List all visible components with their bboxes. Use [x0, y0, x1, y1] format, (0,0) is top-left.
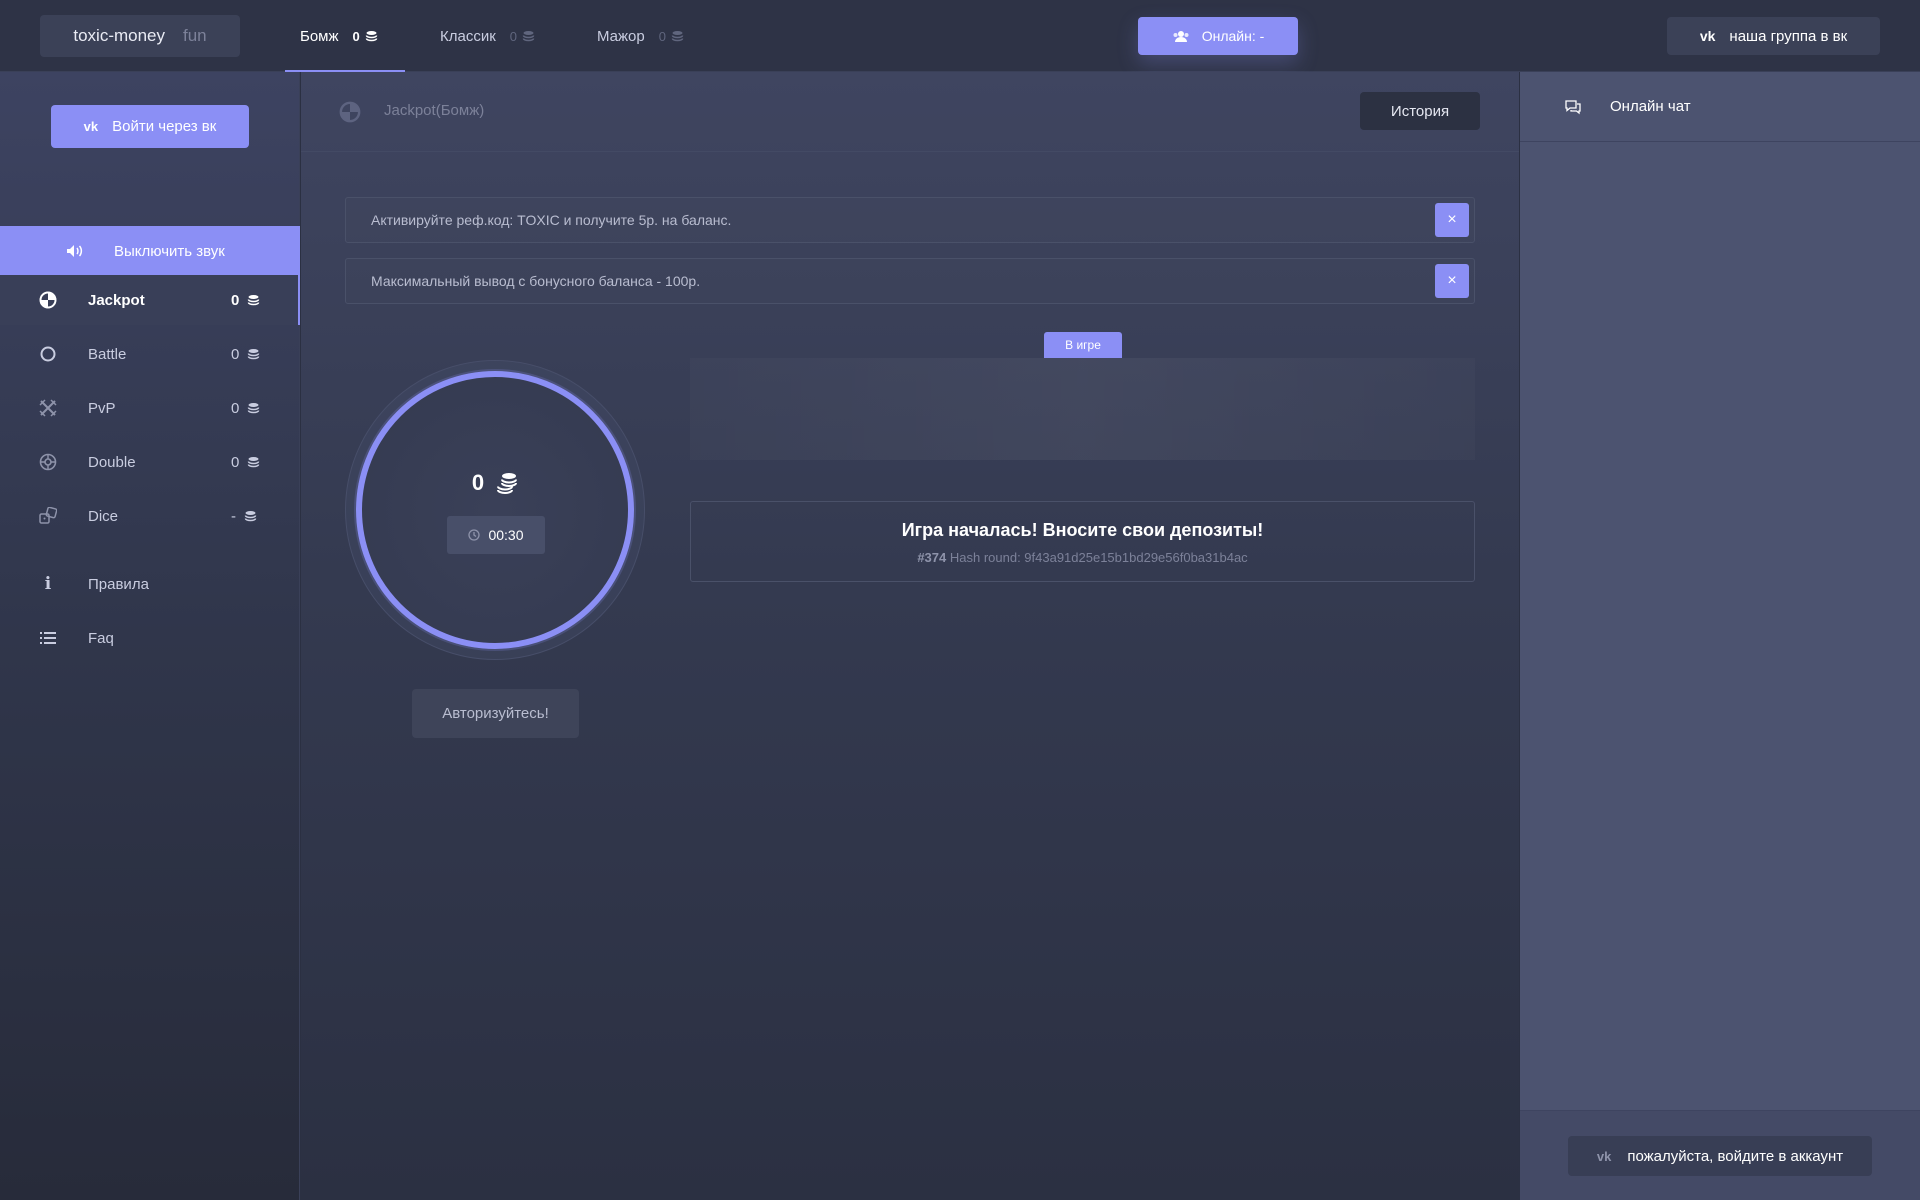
tab-bomzh[interactable]: Бомж 0	[300, 0, 378, 72]
tab-major[interactable]: Мажор 0	[597, 0, 684, 72]
logo-main-text: toxic-money	[73, 26, 165, 45]
sidebar-item-label: Dice	[88, 507, 119, 525]
hash-text: Hash round: 9f43a91d25e15b1bd29e56f0ba31…	[949, 550, 1248, 565]
tab-count-value: 0	[658, 28, 666, 44]
sidebar-item-pvp[interactable]: PvP 0	[0, 383, 300, 433]
round-hash: #374 Hash round: 9f43a91d25e15b1bd29e56f…	[691, 550, 1474, 565]
speaker-icon	[66, 244, 84, 258]
value-text: 0	[231, 399, 240, 417]
game-info-panel: Игра началась! Вносите свои депозиты! #3…	[690, 501, 1475, 582]
swords-icon	[38, 398, 58, 418]
notice-text: Активируйте реф.код: TOXIC и получите 5р…	[371, 212, 732, 228]
bank-value: 0	[400, 466, 590, 500]
tab-label: Бомж	[300, 27, 339, 45]
coins-icon	[247, 348, 260, 360]
sidebar-item-battle[interactable]: Battle 0	[0, 329, 300, 379]
circle-icon	[38, 344, 58, 364]
game-status-text: Игра началась! Вносите свои депозиты!	[901, 520, 1264, 540]
vk-icon: vk	[1699, 28, 1716, 44]
chat-panel	[1520, 72, 1920, 1200]
chat-login-label: пожалуйста, войдите в аккаунт	[1627, 1147, 1844, 1165]
coins-icon	[247, 402, 260, 414]
coins-icon	[244, 510, 257, 522]
sidebar-item-label: Battle	[88, 345, 127, 363]
sidebar-item-value: -	[231, 508, 257, 525]
coins-icon	[247, 456, 260, 468]
coins-icon	[496, 472, 518, 494]
roulette-icon	[38, 452, 58, 472]
sidebar-item-faq[interactable]: Faq	[0, 613, 300, 663]
notice-ref-code: Активируйте реф.код: TOXIC и получите 5р…	[345, 197, 1475, 243]
coins-icon	[365, 30, 378, 42]
vk-icon: vk	[83, 119, 99, 134]
sidebar-item-label: PvP	[88, 399, 116, 417]
sidebar-item-value: 0	[231, 346, 260, 363]
sidebar-item-value: 0	[231, 400, 260, 417]
clock-icon	[468, 529, 481, 541]
chat-login-button[interactable]: vk пожалуйста, войдите в аккаунт	[1568, 1136, 1872, 1176]
notice-text: Максимальный вывод с бонусного баланса -…	[371, 273, 701, 289]
sidebar-item-label: Jackpot	[88, 291, 145, 309]
value-text: -	[231, 507, 236, 525]
close-notice-button[interactable]: ×	[1435, 203, 1469, 237]
jackpot-ring	[356, 371, 634, 649]
tab-classic[interactable]: Классик 0	[440, 0, 535, 72]
sound-toggle-button[interactable]: Выключить звук	[0, 226, 300, 276]
tab-label: Классик	[440, 27, 496, 45]
sound-toggle-label: Выключить звук	[114, 242, 225, 260]
jackpot-icon	[339, 101, 361, 123]
vk-group-button[interactable]: vk наша группа в вк	[1667, 17, 1880, 55]
tab-count: 0	[353, 29, 378, 44]
sidebar-item-jackpot[interactable]: Jackpot 0	[0, 275, 300, 325]
sidebar-item-label: Double	[88, 453, 136, 471]
players-strip	[690, 358, 1475, 460]
online-button[interactable]: Онлайн: -	[1138, 17, 1298, 55]
site-logo[interactable]: toxic-money fun	[40, 15, 240, 57]
sidebar-item-label: Faq	[88, 629, 114, 647]
vk-group-label: наша группа в вк	[1729, 27, 1848, 45]
round-timer: 00:30	[447, 516, 545, 554]
dice-icon	[38, 506, 58, 526]
chat-title: Онлайн чат	[1610, 98, 1691, 115]
bank-amount: 0	[471, 470, 485, 495]
sidebar-item-rules[interactable]: i Правила	[0, 559, 300, 609]
sidebar-item-double[interactable]: Double 0	[0, 437, 300, 487]
coins-icon	[522, 30, 535, 42]
coins-icon	[247, 294, 260, 306]
value-text: 0	[231, 453, 240, 471]
chat-bubble-icon	[1564, 99, 1582, 115]
notice-withdraw-limit: Максимальный вывод с бонусного баланса -…	[345, 258, 1475, 304]
close-notice-button[interactable]: ×	[1435, 264, 1469, 298]
online-label: Онлайн: -	[1201, 28, 1265, 44]
sidebar-item-value: 0	[231, 454, 260, 471]
top-header	[0, 0, 1920, 72]
info-icon: i	[44, 574, 52, 594]
history-button[interactable]: История	[1360, 92, 1480, 130]
sidebar-item-dice[interactable]: Dice -	[0, 491, 300, 541]
tab-count-value: 0	[509, 28, 518, 44]
in-game-tag: В игре	[1044, 332, 1122, 358]
sidebar-item-value: 0	[231, 292, 260, 309]
logo-suffix-text: fun	[183, 26, 207, 45]
users-icon	[1172, 30, 1190, 43]
tab-count: 0	[510, 29, 535, 44]
list-icon	[38, 628, 58, 648]
page-title: Jackpot(Бомж)	[384, 102, 485, 119]
jackpot-icon	[38, 290, 58, 310]
coins-icon	[671, 30, 684, 42]
tab-count-value: 0	[352, 28, 360, 44]
timer-text: 00:30	[488, 527, 524, 543]
value-text: 0	[231, 291, 240, 309]
tab-label: Мажор	[597, 27, 645, 45]
tab-count: 0	[659, 29, 684, 44]
authorize-button[interactable]: Авторизуйтесь!	[412, 689, 579, 738]
value-text: 0	[231, 345, 240, 363]
vk-icon: vk	[1596, 1148, 1612, 1164]
round-number: #374	[917, 550, 947, 565]
login-label: Войти через вк	[112, 118, 217, 135]
sidebar-item-label: Правила	[88, 575, 149, 593]
login-vk-button[interactable]: vk Войти через вк	[51, 105, 249, 148]
